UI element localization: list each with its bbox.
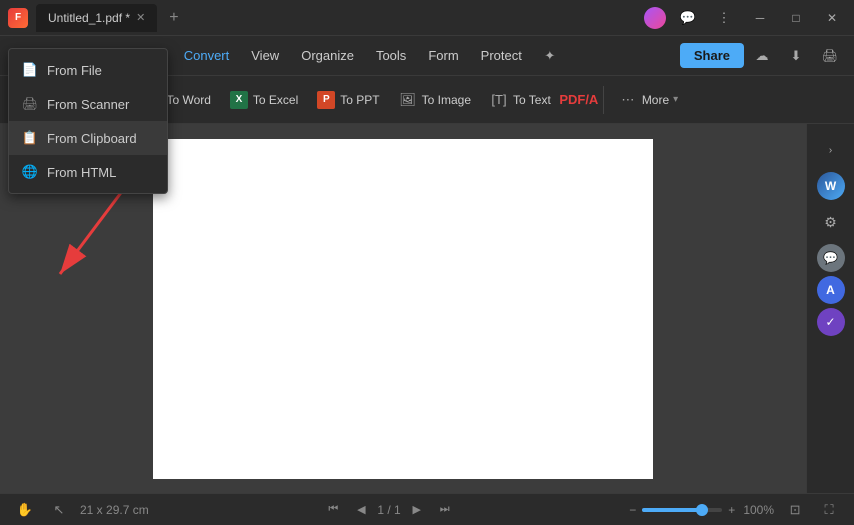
to-ppt-button[interactable]: P To PPT — [308, 85, 387, 115]
titlebar: F Untitled_1.pdf * ✕ + 💬 ⋮ ─ □ ✕ — [0, 0, 854, 36]
page-navigation: ⏮ ◀ 1 / 1 ▶ ⏭ — [321, 498, 456, 522]
statusbar: ✋ ↖ 21 x 29.7 cm ⏮ ◀ 1 / 1 ▶ ⏭ − + 100% … — [0, 493, 854, 525]
to-text-button[interactable]: [T] To Text — [481, 85, 559, 115]
pdf-icon: PDF/A — [569, 90, 589, 110]
app-icon: F — [8, 8, 28, 28]
tab-title: Untitled_1.pdf * — [48, 11, 130, 25]
menu-protect[interactable]: Protect — [471, 43, 532, 68]
right-sidebar: › W ⚙ 💬 A ✓ — [806, 124, 854, 493]
to-text-label: To Text — [513, 93, 551, 107]
to-word-label: To Word — [166, 93, 210, 107]
sidebar-settings-icon[interactable]: ⚙ — [813, 204, 849, 240]
menu-convert[interactable]: Convert — [174, 43, 240, 68]
from-file-item[interactable]: 📄 From File — [9, 53, 167, 87]
zoom-percent: 100% — [743, 503, 774, 517]
sidebar-chat-avatar[interactable]: 💬 — [817, 244, 845, 272]
from-html-item[interactable]: 🌐 From HTML — [9, 155, 167, 189]
share-button[interactable]: Share — [680, 43, 744, 68]
from-clipboard-item[interactable]: 📋 From Clipboard — [9, 121, 167, 155]
more-icon: ⋯ — [618, 90, 638, 110]
zoom-slider-thumb[interactable] — [696, 504, 708, 516]
cloud-upload-icon-btn[interactable]: ☁ — [746, 40, 778, 72]
close-button[interactable]: ✕ — [818, 4, 846, 32]
sidebar-expand-btn[interactable]: › — [813, 132, 849, 168]
new-tab-button[interactable]: + — [169, 9, 178, 27]
menu-tools[interactable]: Tools — [366, 43, 416, 68]
excel-icon: X — [229, 90, 249, 110]
more-chevron-icon: ▾ — [673, 94, 678, 105]
active-tab[interactable]: Untitled_1.pdf * ✕ — [36, 4, 157, 32]
to-excel-label: To Excel — [253, 93, 298, 107]
document-dimensions: 21 x 29.7 cm — [80, 503, 149, 517]
cursor-tool-icon[interactable]: ↖ — [46, 497, 72, 523]
fullscreen-icon[interactable]: ⛶ — [816, 497, 842, 523]
star-icon-btn[interactable]: ✦ — [534, 40, 566, 72]
zoom-slider-fill — [642, 508, 702, 512]
last-page-button[interactable]: ⏭ — [433, 498, 457, 522]
first-page-button[interactable]: ⏮ — [321, 498, 345, 522]
to-ppt-label: To PPT — [340, 93, 379, 107]
scanner-icon: 🖨 — [21, 95, 39, 113]
clipboard-icon: 📋 — [21, 129, 39, 147]
zoom-control[interactable]: − + — [629, 503, 735, 517]
to-image-label: To Image — [422, 93, 471, 107]
toolbar-divider — [603, 86, 604, 114]
prev-page-button[interactable]: ◀ — [349, 498, 373, 522]
menu-view[interactable]: View — [241, 43, 289, 68]
to-pdfa-button[interactable]: PDF/A — [561, 85, 597, 115]
pdf-page — [153, 139, 653, 479]
user-avatar[interactable] — [644, 7, 666, 29]
from-scanner-label: From Scanner — [47, 97, 129, 112]
tab-close-button[interactable]: ✕ — [136, 11, 145, 24]
to-excel-button[interactable]: X To Excel — [221, 85, 306, 115]
file-icon: 📄 — [21, 61, 39, 79]
ppt-icon: P — [316, 90, 336, 110]
zoom-out-icon[interactable]: − — [629, 503, 636, 517]
html-icon: 🌐 — [21, 163, 39, 181]
more-label: More — [642, 93, 669, 107]
minimize-button[interactable]: ─ — [746, 4, 774, 32]
chat-icon-btn[interactable]: 💬 — [674, 4, 702, 32]
from-scanner-item[interactable]: 🖨 From Scanner — [9, 87, 167, 121]
print-icon-btn[interactable]: 🖨 — [814, 40, 846, 72]
from-html-label: From HTML — [47, 165, 116, 180]
to-image-button[interactable]: 🖼 To Image — [390, 85, 479, 115]
from-file-label: From File — [47, 63, 102, 78]
hand-tool-icon[interactable]: ✋ — [12, 497, 38, 523]
menu-organize[interactable]: Organize — [291, 43, 364, 68]
zoom-slider-track[interactable] — [642, 508, 722, 512]
next-page-button[interactable]: ▶ — [405, 498, 429, 522]
text-icon: [T] — [489, 90, 509, 110]
settings-icon-btn[interactable]: ⋮ — [710, 4, 738, 32]
download-icon-btn[interactable]: ⬇ — [780, 40, 812, 72]
zoom-in-icon[interactable]: + — [728, 503, 735, 517]
sidebar-check-avatar[interactable]: ✓ — [817, 308, 845, 336]
from-clipboard-label: From Clipboard — [47, 131, 137, 146]
sidebar-word-avatar[interactable]: W — [817, 172, 845, 200]
page-info: 1 / 1 — [377, 503, 400, 517]
maximize-button[interactable]: □ — [782, 4, 810, 32]
menu-form[interactable]: Form — [418, 43, 468, 68]
fit-page-icon[interactable]: ⊡ — [782, 497, 808, 523]
create-pdf-dropdown: 📄 From File 🖨 From Scanner 📋 From Clipbo… — [8, 48, 168, 194]
more-button[interactable]: ⋯ More ▾ — [610, 85, 686, 115]
sidebar-text-avatar[interactable]: A — [817, 276, 845, 304]
image-icon: 🖼 — [398, 90, 418, 110]
